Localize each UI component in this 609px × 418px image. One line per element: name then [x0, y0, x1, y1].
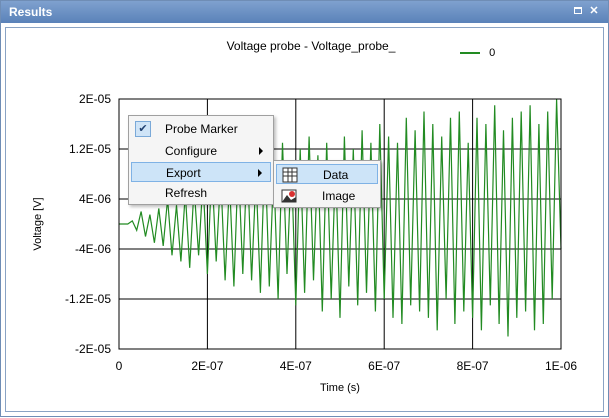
voltage-chart: 0 2E-07 4E-07 6E-07 8E-07 1E-06 2E-05 1.2E-05 4E… — [32, 92, 577, 394]
y-axis-label: Voltage [V] — [32, 197, 44, 250]
menu-item-refresh[interactable]: Refresh — [131, 183, 271, 203]
export-submenu: Data Image — [273, 160, 381, 208]
x-tick-label: 6E-07 — [368, 359, 400, 373]
submenu-arrow-icon — [259, 147, 263, 155]
menu-item-configure[interactable]: Configure — [131, 141, 271, 161]
x-tick-label: 8E-07 — [457, 359, 489, 373]
results-window: Results ✕ Voltage probe - Voltage_probe_… — [0, 0, 609, 417]
y-tick-label: 1.2E-05 — [69, 142, 111, 156]
x-tick-label: 1E-06 — [545, 359, 577, 373]
x-tick-label: 0 — [116, 359, 123, 373]
x-tick-label: 2E-07 — [191, 359, 223, 373]
y-tick-label: -2E-05 — [75, 342, 111, 356]
y-tick-label: 4E-06 — [79, 192, 111, 206]
context-menu: ✔ Probe Marker Configure Export Refresh — [128, 115, 274, 205]
menu-item-probe-marker[interactable]: ✔ Probe Marker — [131, 119, 271, 139]
submenu-item-data[interactable]: Data — [276, 164, 378, 184]
menu-item-export[interactable]: Export — [131, 162, 271, 182]
x-tick-label: 4E-07 — [280, 359, 312, 373]
image-icon — [281, 189, 297, 203]
submenu-item-image[interactable]: Image — [276, 186, 378, 206]
y-tick-label: -1.2E-05 — [65, 292, 111, 306]
checkmark-icon: ✔ — [135, 121, 151, 137]
x-axis-label: Time (s) — [320, 382, 360, 394]
submenu-arrow-icon — [258, 169, 262, 177]
y-tick-label: 2E-05 — [79, 92, 111, 106]
y-tick-label: -4E-06 — [75, 242, 111, 256]
data-table-icon — [282, 167, 298, 183]
